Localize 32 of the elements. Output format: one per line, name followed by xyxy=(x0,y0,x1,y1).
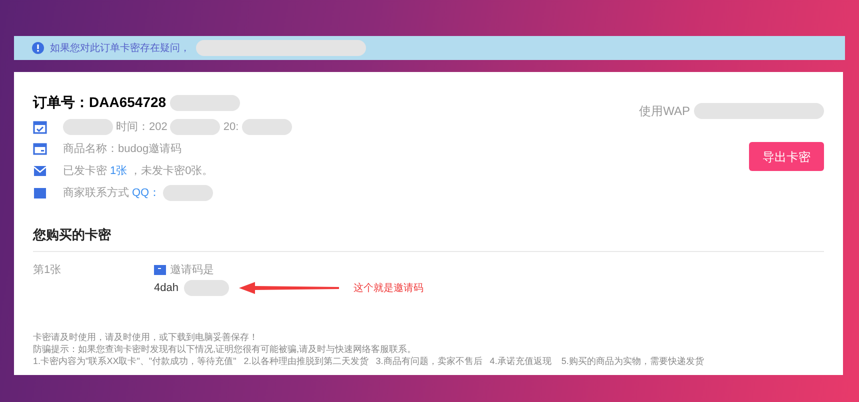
card-icon xyxy=(154,264,166,275)
wallet-icon xyxy=(33,142,47,156)
info-text: ，未发卡密0张。 xyxy=(130,164,214,179)
blurred-redaction xyxy=(184,280,230,296)
card-label: 邀请码是 xyxy=(170,262,214,278)
info-text: 已发卡密 xyxy=(63,164,107,179)
envelope-icon xyxy=(33,164,47,178)
info-text: 20: xyxy=(223,120,239,135)
info-highlight: 1张 xyxy=(110,164,128,179)
calendar-check-icon xyxy=(33,120,47,134)
order-number: 订单号：DAA654728 xyxy=(33,93,166,112)
export-button[interactable]: 导出卡密 xyxy=(749,142,824,171)
section-title: 您购买的卡密 xyxy=(33,225,824,252)
note-text: 防骗提示：如果您查询卡密时发现有以下情况,证明您很有可能被骗,请及时与快速网络客服联系。 xyxy=(33,343,418,355)
info-text: 商家联系方式 xyxy=(63,186,129,201)
blurred-redaction xyxy=(242,119,292,135)
info-text: 时间：202 xyxy=(116,120,168,135)
info-text: 商品名称：budog邀请码 xyxy=(63,142,182,157)
info-highlight: QQ： xyxy=(132,186,160,201)
card-code: 4dah xyxy=(154,281,178,296)
blurred-redaction xyxy=(170,119,220,135)
note-text: 1.卡密内容为"联系XX取卡"、"付款成功，等待充值" 2.以各种理由推脱到第二天发货 3.商品有问题，卖家不售后 4.承诺充值返现 5.购买的商品为实物，需要快递发货 xyxy=(33,355,705,367)
blurred-redaction xyxy=(170,94,240,110)
blurred-redaction xyxy=(63,119,113,135)
alert-text: 如果您对此订单卡密存在疑问， xyxy=(50,42,190,56)
card-index: 第1张 xyxy=(33,262,62,278)
wap-label: 使用WAP xyxy=(639,103,690,120)
note-text: 卡密请及时使用，请及时使用，或下载到电脑妥善保存！ xyxy=(33,331,259,343)
info-icon xyxy=(32,42,44,54)
blurred-redaction xyxy=(163,185,214,201)
arrow-icon xyxy=(239,281,340,296)
annotation-text: 这个就是邀请码 xyxy=(353,282,424,296)
